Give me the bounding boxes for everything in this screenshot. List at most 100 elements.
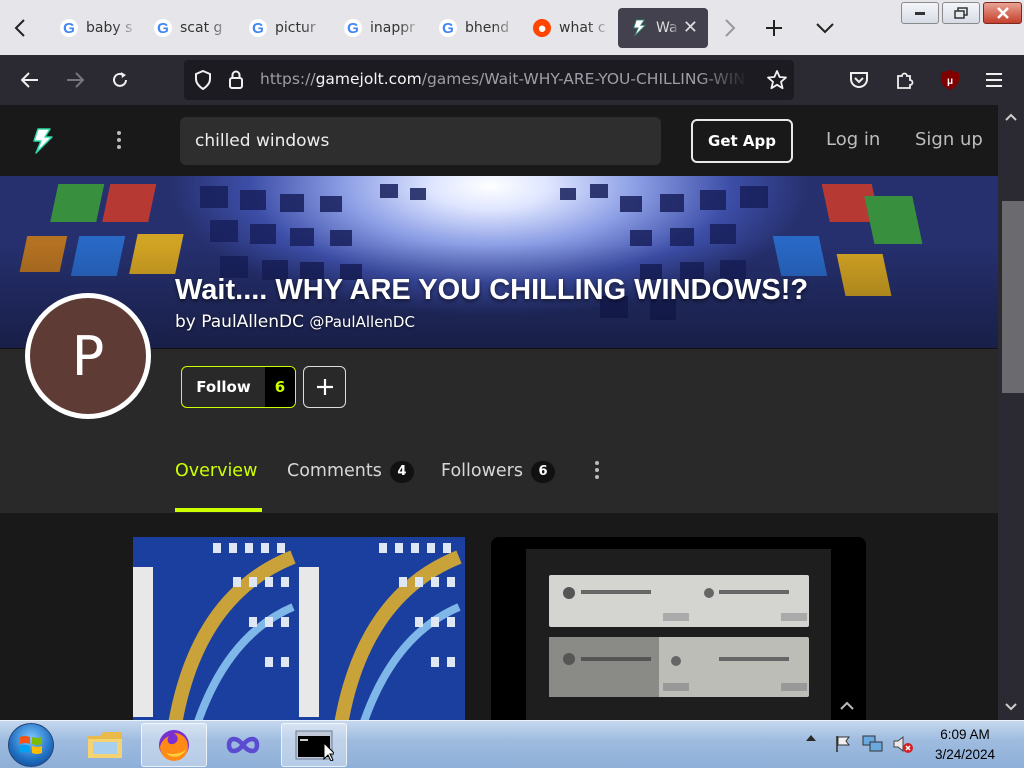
visual-studio-icon bbox=[226, 736, 260, 754]
chevron-down-icon bbox=[816, 23, 834, 34]
signup-link[interactable]: Sign up bbox=[915, 129, 983, 150]
desktop-screenshot-image bbox=[133, 537, 465, 720]
reddit-icon: ● bbox=[533, 19, 551, 37]
network-icon[interactable] bbox=[862, 735, 884, 753]
minimize-window-button[interactable] bbox=[901, 2, 939, 24]
login-link[interactable]: Log in bbox=[826, 129, 880, 150]
author-name-link[interactable]: PaulAllenDC bbox=[201, 312, 304, 332]
more-options-icon[interactable] bbox=[588, 457, 606, 483]
tab-overview[interactable]: Overview bbox=[175, 461, 257, 481]
get-app-button[interactable]: Get App bbox=[691, 119, 793, 163]
tab-scroll-left-button[interactable] bbox=[2, 8, 38, 48]
action-center-flag-icon[interactable] bbox=[834, 735, 852, 753]
clock-time: 6:09 AM bbox=[940, 727, 990, 742]
arrow-left-icon bbox=[21, 72, 38, 88]
windows-explorer-icon bbox=[88, 732, 122, 758]
author-avatar[interactable]: P bbox=[25, 293, 151, 419]
browser-tab[interactable]: G baby s bbox=[48, 8, 140, 48]
screenshot-thumbnail[interactable] bbox=[133, 537, 465, 720]
google-g-icon: G bbox=[344, 19, 362, 37]
taskbar-command-prompt-button[interactable] bbox=[281, 723, 347, 767]
follow-button[interactable]: Follow 6 bbox=[181, 366, 296, 408]
svg-text:μ: μ bbox=[947, 76, 953, 87]
plus-icon bbox=[316, 379, 333, 395]
list-all-tabs-button[interactable] bbox=[805, 8, 845, 48]
close-window-button[interactable] bbox=[983, 2, 1022, 24]
game-title: Wait.... WHY ARE YOU CHILLING WINDOWS!? bbox=[175, 274, 809, 306]
gamejolt-logo-icon[interactable] bbox=[30, 128, 54, 158]
back-button[interactable] bbox=[13, 63, 47, 97]
active-tab-indicator bbox=[175, 508, 262, 512]
new-tab-button[interactable] bbox=[754, 8, 794, 48]
chevron-right-icon bbox=[725, 19, 736, 37]
media-strip bbox=[0, 513, 998, 720]
followers-count-badge: 6 bbox=[530, 461, 555, 483]
puzzle-piece-icon bbox=[897, 72, 914, 89]
windows-logo-tiles-image bbox=[19, 184, 923, 320]
hamburger-menu-icon bbox=[986, 73, 1002, 87]
tab-followers-label: Followers bbox=[441, 461, 523, 481]
tab-comments-label: Comments bbox=[287, 461, 382, 481]
search-input[interactable]: chilled windows bbox=[180, 117, 661, 165]
command-prompt-icon bbox=[295, 730, 334, 761]
pocket-icon bbox=[850, 72, 868, 89]
forward-button[interactable] bbox=[58, 63, 92, 97]
game-header-banner: Wait.... WHY ARE YOU CHILLING WINDOWS!? … bbox=[0, 176, 998, 348]
browser-tab[interactable]: G bhend bbox=[427, 8, 519, 48]
url-text[interactable]: https://gamejolt.com/games/Wait-WHY-ARE-… bbox=[260, 70, 748, 88]
tab-followers[interactable]: Followers 6 bbox=[441, 461, 555, 483]
video-thumbnail[interactable] bbox=[491, 537, 866, 720]
ublock-origin-icon: μ bbox=[941, 70, 959, 90]
page-vertical-scrollbar[interactable] bbox=[998, 105, 1024, 720]
tab-scroll-right-button[interactable] bbox=[710, 8, 750, 48]
lock-icon[interactable] bbox=[228, 70, 244, 90]
browser-tab[interactable]: G pictur bbox=[237, 8, 329, 48]
restore-window-button[interactable] bbox=[942, 2, 980, 24]
url-path: /games/Wait-WHY-ARE-YOU-CHILLING-WIN bbox=[421, 70, 745, 88]
start-button[interactable] bbox=[8, 723, 54, 767]
tab-comments[interactable]: Comments 4 bbox=[287, 461, 414, 483]
url-bar[interactable]: https://gamejolt.com/games/Wait-WHY-ARE-… bbox=[184, 60, 794, 100]
browser-tab-active[interactable]: Wa ✕ bbox=[618, 8, 708, 48]
volume-muted-icon[interactable] bbox=[892, 735, 914, 755]
tab-title: baby s bbox=[86, 20, 133, 36]
taskbar-explorer-button[interactable] bbox=[72, 723, 138, 767]
google-g-icon: G bbox=[439, 19, 457, 37]
scroll-up-arrow-icon[interactable] bbox=[1005, 113, 1017, 121]
reload-icon bbox=[113, 72, 127, 87]
browser-tab[interactable]: G inappr bbox=[332, 8, 424, 48]
game-nav-tabs: Overview Comments 4 Followers 6 bbox=[0, 435, 998, 513]
follow-label: Follow bbox=[196, 378, 251, 396]
browser-nav-bar: https://gamejolt.com/games/Wait-WHY-ARE-… bbox=[0, 55, 1024, 133]
scrollbar-thumb[interactable] bbox=[1002, 201, 1024, 393]
url-host: gamejolt.com bbox=[315, 70, 422, 88]
by-label: by bbox=[175, 312, 196, 332]
bookmark-star-icon[interactable] bbox=[766, 69, 788, 91]
add-to-playlist-button[interactable] bbox=[303, 366, 346, 408]
tab-title: pictur bbox=[275, 20, 316, 36]
app-menu-button[interactable] bbox=[977, 63, 1011, 97]
tab-title: inappr bbox=[370, 20, 415, 36]
dialog-boxes-screenshot-image bbox=[491, 537, 866, 720]
tab-title: bhend bbox=[465, 20, 510, 36]
author-handle-link[interactable]: @PaulAllenDC bbox=[309, 313, 415, 331]
close-tab-icon[interactable]: ✕ bbox=[683, 17, 698, 38]
browser-tab[interactable]: G scat g bbox=[142, 8, 234, 48]
tracking-protection-shield-icon[interactable] bbox=[194, 70, 212, 90]
gamejolt-icon bbox=[630, 19, 648, 37]
system-clock[interactable]: 6:09 AM 3/24/2024 bbox=[922, 725, 1008, 765]
more-options-icon[interactable] bbox=[110, 125, 128, 155]
google-g-icon: G bbox=[60, 19, 78, 37]
ublock-origin-button[interactable]: μ bbox=[933, 63, 967, 97]
extensions-button[interactable] bbox=[888, 63, 922, 97]
taskbar-visual-studio-button[interactable] bbox=[210, 723, 276, 767]
gamejolt-header: chilled windows Get App Log in Sign up bbox=[0, 105, 998, 176]
pocket-button[interactable] bbox=[842, 63, 876, 97]
browser-tab[interactable]: ● what c bbox=[521, 8, 613, 48]
show-hidden-icons-icon[interactable] bbox=[805, 733, 817, 743]
browser-tab-strip: G baby s G scat g G pictur G inappr G bh… bbox=[0, 0, 1024, 55]
scroll-down-arrow-icon[interactable] bbox=[1005, 703, 1017, 711]
taskbar-firefox-button[interactable] bbox=[141, 723, 207, 767]
minimize-icon bbox=[915, 12, 925, 15]
reload-button[interactable] bbox=[103, 63, 137, 97]
